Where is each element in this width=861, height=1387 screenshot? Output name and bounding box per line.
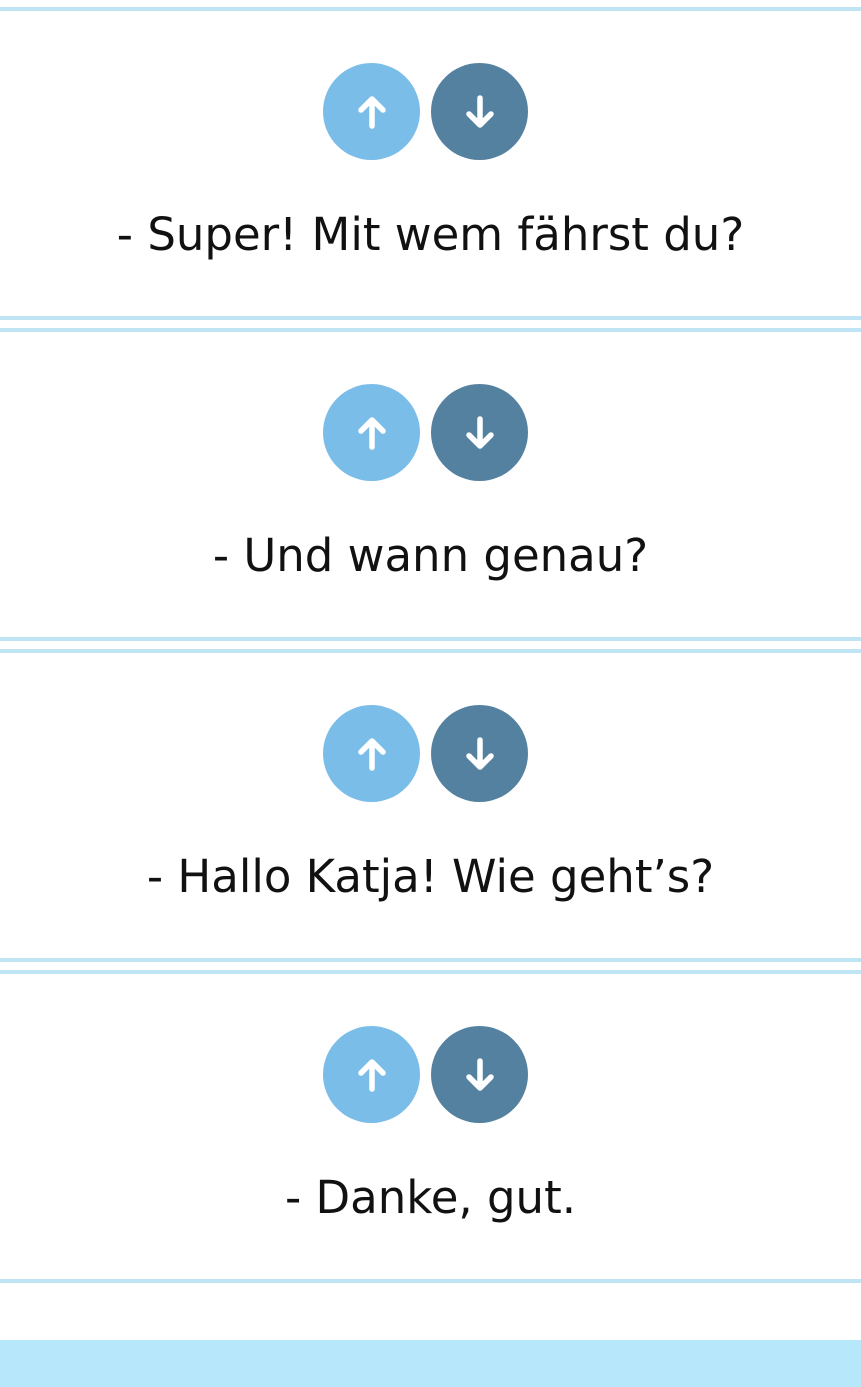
- reorder-controls: [323, 384, 528, 481]
- reorder-controls: [323, 63, 528, 160]
- reorder-controls: [323, 1026, 528, 1123]
- arrow-up-icon: [357, 737, 386, 771]
- dialogue-line-text: - Hallo Katja! Wie geht’s?: [146, 850, 715, 903]
- dialogue-line-text: - Super! Mit wem fährst du?: [116, 208, 745, 261]
- dialogue-line-text: - Danke, gut.: [284, 1171, 577, 1224]
- move-up-button[interactable]: [323, 63, 420, 160]
- dialogue-line-card: - Und wann genau?: [0, 321, 861, 621]
- move-down-button[interactable]: [431, 384, 528, 481]
- divider: [0, 316, 861, 320]
- move-down-button[interactable]: [431, 63, 528, 160]
- dialogue-line-card: - Danke, gut.: [0, 963, 861, 1263]
- move-up-button[interactable]: [323, 705, 420, 802]
- arrow-up-icon: [357, 416, 386, 450]
- arrow-up-icon: [357, 95, 386, 129]
- divider-bottom: [0, 1279, 861, 1283]
- dialogue-line-card: - Super! Mit wem fährst du?: [0, 0, 861, 300]
- bottom-bar: [0, 1340, 861, 1387]
- arrow-up-icon: [357, 1058, 386, 1092]
- move-up-button[interactable]: [323, 384, 420, 481]
- dialogue-line-text: - Und wann genau?: [212, 529, 649, 582]
- move-down-button[interactable]: [431, 1026, 528, 1123]
- divider: [0, 958, 861, 962]
- dialogue-line-card: - Hallo Katja! Wie geht’s?: [0, 642, 861, 942]
- divider: [0, 637, 861, 641]
- arrow-down-icon: [465, 94, 494, 128]
- move-down-button[interactable]: [431, 705, 528, 802]
- arrow-down-icon: [465, 415, 494, 449]
- move-up-button[interactable]: [323, 1026, 420, 1123]
- reorder-controls: [323, 705, 528, 802]
- arrow-down-icon: [465, 1057, 494, 1091]
- arrow-down-icon: [465, 736, 494, 770]
